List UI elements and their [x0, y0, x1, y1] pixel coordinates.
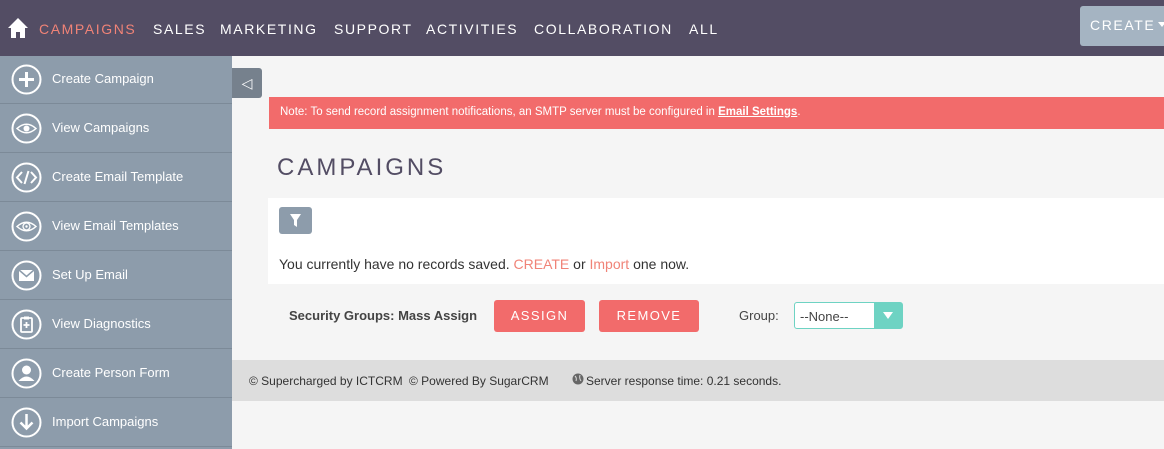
sidebar-item-label: Create Email Template: [52, 169, 184, 184]
sidebar-item-view-campaigns[interactable]: View Campaigns: [0, 105, 232, 153]
sidebar-item-label: Create Campaign: [52, 71, 154, 86]
create-record-link[interactable]: CREATE: [514, 256, 570, 272]
nav-marketing[interactable]: MARKETING: [220, 21, 318, 37]
top-navigation-bar: CAMPAIGNS SALES MARKETING SUPPORT ACTIVI…: [0, 0, 1164, 56]
sidebar-item-create-email-template[interactable]: Create Email Template: [0, 154, 232, 202]
nav-campaigns[interactable]: CAMPAIGNS: [39, 21, 136, 37]
filter-icon: [290, 214, 301, 227]
alert-text: Note: To send record assignment notifica…: [280, 106, 719, 118]
import-link[interactable]: Import: [590, 256, 630, 272]
code-icon: [11, 162, 42, 193]
smtp-alert-banner: Note: To send record assignment notifica…: [269, 97, 1164, 129]
sidebar-item-create-campaign[interactable]: Create Campaign: [0, 56, 232, 104]
alert-suffix: .: [797, 106, 801, 118]
create-button[interactable]: CREATE: [1080, 6, 1164, 46]
sidebar-item-label: Create Person Form: [52, 365, 170, 380]
sidebar: Create Campaign View Campaigns Create Em…: [0, 56, 232, 449]
assign-button[interactable]: ASSIGN: [494, 300, 585, 332]
sidebar-collapse-button[interactable]: ◁: [232, 68, 262, 98]
sidebar-item-label: Set Up Email: [52, 267, 128, 282]
remove-button[interactable]: REMOVE: [599, 300, 699, 332]
home-icon[interactable]: [7, 17, 29, 39]
chevron-down-icon[interactable]: [874, 303, 902, 328]
collapse-arrow-icon: ◁: [241, 75, 253, 91]
nav-support[interactable]: SUPPORT: [334, 21, 413, 37]
nav-activities[interactable]: ACTIVITIES: [426, 21, 518, 37]
filter-button[interactable]: [279, 207, 312, 234]
download-icon: [11, 407, 42, 438]
powered-by-credit[interactable]: © Powered By SugarCRM: [409, 374, 549, 388]
sidebar-item-import-campaigns[interactable]: Import Campaigns: [0, 399, 232, 447]
sidebar-item-label: Import Campaigns: [52, 414, 159, 429]
no-records-suffix: one now.: [629, 256, 690, 272]
eye-at-icon: [11, 211, 42, 242]
list-view-panel: You currently have no records saved. CRE…: [268, 198, 1164, 284]
no-records-message: You currently have no records saved. CRE…: [279, 256, 689, 272]
group-select[interactable]: --None--: [794, 302, 903, 329]
nav-all[interactable]: ALL: [689, 21, 719, 37]
sidebar-item-view-email-templates[interactable]: View Email Templates: [0, 203, 232, 251]
server-response-time: Server response time: 0.21 seconds.: [586, 374, 782, 388]
supercharged-credit[interactable]: © Supercharged by ICTCRM: [249, 374, 403, 388]
mass-assign-label: Security Groups: Mass Assign: [289, 308, 478, 323]
group-label: Group:: [739, 308, 779, 323]
sidebar-item-create-person-form[interactable]: Create Person Form: [0, 350, 232, 398]
globe-icon: [572, 373, 584, 385]
create-button-label: CREATE: [1090, 17, 1156, 33]
page-title: CAMPAIGNS: [277, 154, 447, 181]
footer: © Supercharged by ICTCRM © Powered By Su…: [232, 360, 1164, 401]
no-records-text: You currently have no records saved.: [279, 256, 514, 272]
sidebar-item-view-diagnostics[interactable]: View Diagnostics: [0, 301, 232, 349]
person-icon: [11, 358, 42, 389]
envelope-icon: [11, 260, 42, 291]
sidebar-item-label: View Campaigns: [52, 120, 150, 135]
email-settings-link[interactable]: Email Settings: [718, 106, 797, 118]
group-select-value: --None--: [800, 309, 849, 324]
nav-collaboration[interactable]: COLLABORATION: [534, 21, 673, 37]
clipboard-icon: [11, 309, 42, 340]
or-text: or: [569, 256, 590, 272]
chevron-down-icon[interactable]: [1158, 22, 1164, 27]
sidebar-item-label: View Email Templates: [52, 218, 179, 233]
sidebar-item-set-up-email[interactable]: Set Up Email: [0, 252, 232, 300]
eye-icon: [11, 113, 42, 144]
plus-circle-icon: [11, 64, 42, 95]
nav-sales[interactable]: SALES: [153, 21, 206, 37]
sidebar-item-label: View Diagnostics: [52, 316, 151, 331]
